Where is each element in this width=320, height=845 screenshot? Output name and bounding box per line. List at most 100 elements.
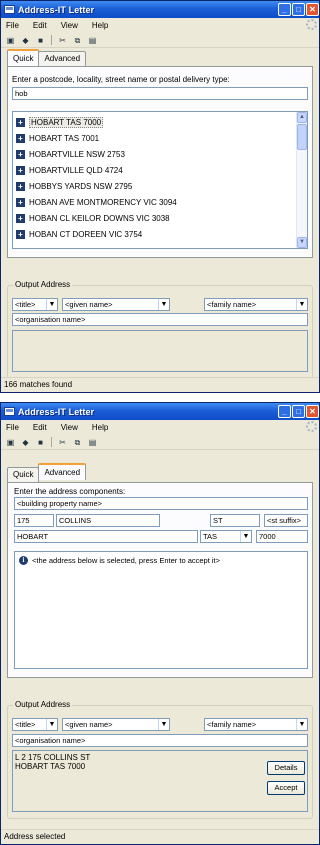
chevron-down-icon[interactable]: ▼ bbox=[158, 719, 169, 730]
toolbar: ▣ ◆ ■ ✂ ⧉ ▤ bbox=[1, 435, 319, 450]
expand-plus-icon[interactable]: + bbox=[16, 229, 25, 239]
street-number-field[interactable]: 175 bbox=[14, 514, 54, 527]
quick-mode-icon[interactable]: ▣ bbox=[6, 438, 15, 447]
search-input[interactable]: hob bbox=[12, 87, 308, 100]
output-address-label: Output Address bbox=[13, 280, 73, 289]
details-button[interactable]: Details bbox=[267, 761, 305, 775]
chevron-down-icon[interactable]: ▼ bbox=[296, 719, 307, 730]
locality-field[interactable]: HOBART bbox=[14, 530, 198, 543]
list-item[interactable]: + HOBART TAS 7001 bbox=[16, 132, 99, 144]
cut-icon[interactable]: ✂ bbox=[58, 36, 67, 45]
postcode-field[interactable]: 7000 bbox=[256, 530, 308, 543]
list-item[interactable]: + HOBART TAS 7000 bbox=[16, 116, 104, 128]
cut-icon[interactable]: ✂ bbox=[58, 438, 67, 447]
street-suffix-field[interactable]: <st suffix> bbox=[264, 514, 308, 527]
organisation-field[interactable]: <organisation name> bbox=[12, 313, 308, 326]
organisation-field[interactable]: <organisation name> bbox=[12, 734, 308, 747]
accept-button[interactable]: Accept bbox=[267, 781, 305, 795]
menu-bar: File Edit View Help bbox=[1, 420, 319, 435]
chevron-down-icon[interactable]: ▼ bbox=[46, 299, 57, 310]
copy-icon[interactable]: ⧉ bbox=[73, 36, 82, 45]
menu-edit[interactable]: Edit bbox=[33, 21, 47, 30]
address-result-box: L 2 175 COLLINS ST HOBART TAS 7000 Detai… bbox=[12, 750, 308, 812]
scroll-thumb[interactable] bbox=[297, 124, 307, 150]
expand-plus-icon[interactable]: + bbox=[16, 165, 25, 175]
chevron-down-icon[interactable]: ▼ bbox=[158, 299, 169, 310]
street-type-field[interactable]: ST bbox=[210, 514, 260, 527]
minimize-button[interactable]: _ bbox=[278, 3, 291, 16]
expand-plus-icon[interactable]: + bbox=[16, 149, 25, 159]
title-bar[interactable]: Address-IT Letter _ □ ✕ bbox=[1, 1, 319, 18]
family-name-combo[interactable]: <family name> ▼ bbox=[204, 718, 308, 731]
toolbar-separator bbox=[51, 437, 52, 447]
quick-mode-icon[interactable]: ▣ bbox=[6, 36, 15, 45]
menu-help[interactable]: Help bbox=[92, 21, 108, 30]
given-name-combo[interactable]: <given name> ▼ bbox=[62, 718, 170, 731]
activity-throbber-icon bbox=[306, 421, 317, 432]
maximize-button[interactable]: □ bbox=[292, 3, 305, 16]
paste-icon[interactable]: ▤ bbox=[88, 36, 97, 45]
activity-throbber-icon bbox=[306, 19, 317, 30]
minimize-button[interactable]: _ bbox=[278, 405, 291, 418]
given-name-placeholder: <given name> bbox=[65, 720, 113, 729]
menu-view[interactable]: View bbox=[61, 21, 78, 30]
back-icon[interactable]: ◆ bbox=[21, 36, 30, 45]
chevron-down-icon[interactable]: ▼ bbox=[46, 719, 57, 730]
results-list[interactable]: + HOBART TAS 7000 + HOBART TAS 7001 + HOBARTV… bbox=[12, 111, 308, 249]
window-title: Address-IT Letter bbox=[18, 406, 95, 417]
title-combo[interactable]: <title> ▼ bbox=[12, 298, 58, 311]
scroll-up-icon[interactable]: ▲ bbox=[297, 112, 307, 123]
stop-icon[interactable]: ■ bbox=[36, 438, 45, 447]
expand-plus-icon[interactable]: + bbox=[16, 181, 25, 191]
expand-plus-icon[interactable]: + bbox=[16, 197, 25, 207]
title-combo[interactable]: <title> ▼ bbox=[12, 718, 58, 731]
results-scrollbar[interactable]: ▲ ▼ bbox=[296, 112, 307, 248]
street-name-field[interactable]: COLLINS bbox=[56, 514, 160, 527]
building-property-name-field[interactable]: <building property name> bbox=[14, 497, 308, 510]
expand-plus-icon[interactable]: + bbox=[16, 213, 25, 223]
menu-file[interactable]: File bbox=[6, 21, 19, 30]
tab-quick[interactable]: Quick bbox=[7, 467, 40, 482]
menu-view[interactable]: View bbox=[61, 423, 78, 432]
list-item[interactable]: + HOBARTVILLE QLD 4724 bbox=[16, 164, 123, 176]
menu-edit[interactable]: Edit bbox=[33, 423, 47, 432]
expand-plus-icon[interactable]: + bbox=[16, 133, 25, 143]
app-icon bbox=[4, 5, 15, 14]
given-name-combo[interactable]: <given name> ▼ bbox=[62, 298, 170, 311]
advanced-tab-panel: Enter the address components: <building … bbox=[7, 482, 313, 678]
info-icon: i bbox=[19, 556, 28, 565]
paste-icon[interactable]: ▤ bbox=[88, 438, 97, 447]
tab-advanced[interactable]: Advanced bbox=[38, 463, 87, 480]
chevron-down-icon[interactable]: ▼ bbox=[240, 531, 251, 542]
close-button[interactable]: ✕ bbox=[306, 405, 319, 418]
close-button[interactable]: ✕ bbox=[306, 3, 319, 16]
list-item-label: HOBART TAS 7000 bbox=[29, 116, 104, 128]
tab-quick[interactable]: Quick bbox=[7, 49, 40, 66]
chevron-down-icon[interactable]: ▼ bbox=[296, 299, 307, 310]
menu-file[interactable]: File bbox=[6, 423, 19, 432]
scroll-down-icon[interactable]: ▼ bbox=[297, 237, 307, 248]
list-item[interactable]: + HOBAN CL KEILOR DOWNS VIC 3038 bbox=[16, 212, 170, 224]
list-item[interactable]: + HOBARTVILLE NSW 2753 bbox=[16, 148, 125, 160]
menu-help[interactable]: Help bbox=[92, 423, 108, 432]
list-item[interactable]: + HOBAN AVE MONTMORENCY VIC 3094 bbox=[16, 196, 177, 208]
tab-advanced[interactable]: Advanced bbox=[38, 51, 87, 66]
address-result-box bbox=[12, 330, 308, 372]
menu-bar: File Edit View Help bbox=[1, 18, 319, 33]
address-result: L 2 175 COLLINS ST HOBART TAS 7000 bbox=[15, 753, 90, 771]
stop-icon[interactable]: ■ bbox=[36, 36, 45, 45]
expand-plus-icon[interactable]: + bbox=[16, 117, 25, 127]
back-icon[interactable]: ◆ bbox=[21, 438, 30, 447]
advanced-window: Address-IT Letter _ □ ✕ File Edit View H… bbox=[0, 402, 320, 845]
family-name-combo[interactable]: <family name> ▼ bbox=[204, 298, 308, 311]
maximize-button[interactable]: □ bbox=[292, 405, 305, 418]
given-name-placeholder: <given name> bbox=[65, 300, 113, 309]
list-item-label: HOBARTVILLE QLD 4724 bbox=[29, 165, 123, 175]
list-item[interactable]: + HOBBYS YARDS NSW 2795 bbox=[16, 180, 132, 192]
search-prompt: Enter a postcode, locality, street name … bbox=[12, 75, 230, 84]
app-icon bbox=[4, 407, 15, 416]
copy-icon[interactable]: ⧉ bbox=[73, 438, 82, 447]
title-bar[interactable]: Address-IT Letter _ □ ✕ bbox=[1, 403, 319, 420]
list-item[interactable]: + HOBAN CT DOREEN VIC 3754 bbox=[16, 228, 142, 240]
state-combo[interactable]: TAS ▼ bbox=[200, 530, 252, 543]
